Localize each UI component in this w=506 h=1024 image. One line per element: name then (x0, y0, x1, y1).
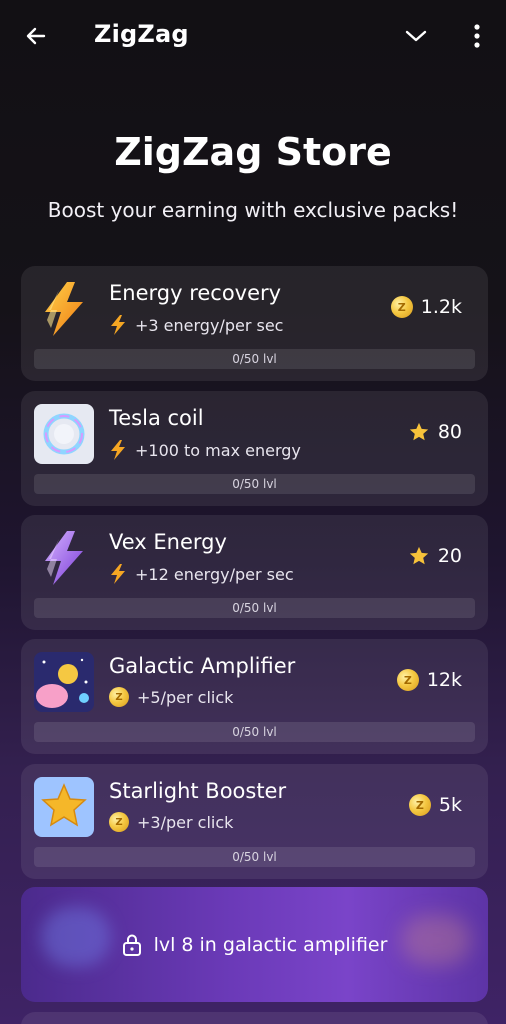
item-bonus-text: +3 energy/per sec (135, 315, 284, 335)
tesla-coil-icon (33, 403, 95, 465)
item-price[interactable]: Z 12k (396, 669, 462, 691)
item-bonus: +3 energy/per sec (109, 314, 283, 336)
lightning-icon (111, 315, 125, 335)
item-name: Energy recovery (109, 281, 282, 305)
top-bar: ZigZag (0, 0, 506, 72)
coin-icon: Z (396, 669, 419, 691)
coin-icon: Z (408, 794, 431, 816)
lightning-bolt-icon (33, 278, 95, 340)
purple-lightning-icon (33, 527, 95, 589)
store-item-tesla-coil[interactable]: Tesla coil +100 to max energy 80 0/50 lv… (21, 391, 488, 506)
item-price-value: 5k (438, 794, 462, 816)
level-progress: 0/50 lvl (34, 722, 475, 742)
lightning-icon (111, 440, 125, 460)
item-price-value: 80 (437, 421, 462, 443)
coin-icon: Z (390, 296, 413, 318)
arrow-left-icon (26, 27, 46, 45)
item-price-value: 20 (437, 545, 462, 567)
locked-store-item[interactable]: lvl 8 in galactic amplifier (21, 887, 488, 1002)
item-bonus: +12 energy/per sec (109, 563, 294, 585)
item-bonus-text: +12 energy/per sec (135, 564, 294, 584)
item-bonus: +100 to max energy (109, 439, 301, 461)
blurred-item-price (401, 915, 471, 965)
next-store-item-peek (21, 1012, 488, 1024)
item-price[interactable]: 80 (408, 421, 462, 443)
level-progress: 0/50 lvl (34, 474, 475, 494)
item-bonus-text: +3/per click (137, 812, 234, 832)
store-item-galactic-amplifier[interactable]: Galactic Amplifier Z +5/per click Z 12k … (21, 639, 488, 754)
item-name: Tesla coil (109, 406, 204, 430)
coin-icon: Z (109, 687, 129, 707)
coin-icon: Z (109, 812, 129, 832)
item-price[interactable]: Z 1.2k (390, 296, 462, 318)
item-name: Starlight Booster (109, 779, 287, 803)
chevron-down-icon (405, 30, 427, 42)
more-options-button[interactable] (466, 22, 488, 50)
dropdown-button[interactable] (402, 24, 430, 48)
item-bonus-text: +100 to max energy (135, 440, 301, 460)
item-price[interactable]: 20 (408, 545, 462, 567)
lightning-icon (111, 564, 125, 584)
item-bonus: Z +5/per click (109, 687, 233, 707)
item-name: Galactic Amplifier (109, 654, 296, 678)
blurred-item-image (41, 907, 111, 967)
level-progress: 0/50 lvl (34, 598, 475, 618)
store-subtitle: Boost your earning with exclusive packs! (47, 198, 459, 222)
store-title: ZigZag Store (114, 130, 392, 174)
store-item-vex-energy[interactable]: Vex Energy +12 energy/per sec 20 0/50 lv… (21, 515, 488, 630)
locked-requirement-text: lvl 8 in galactic amplifier (153, 933, 388, 956)
item-name: Vex Energy (109, 530, 227, 554)
lock-icon (122, 934, 141, 956)
app-title: ZigZag (94, 20, 189, 48)
star-icon (409, 546, 428, 565)
back-button[interactable] (22, 22, 50, 50)
level-progress: 0/50 lvl (34, 847, 475, 867)
store-item-energy-recovery[interactable]: Energy recovery +3 energy/per sec Z 1.2k… (21, 266, 488, 381)
galactic-amplifier-icon (33, 651, 95, 713)
item-bonus: Z +3/per click (109, 812, 233, 832)
star-icon (409, 422, 428, 441)
level-progress: 0/50 lvl (34, 349, 475, 369)
store-item-starlight-booster[interactable]: Starlight Booster Z +3/per click Z 5k 0/… (21, 764, 488, 879)
item-price-value: 1.2k (420, 296, 462, 318)
item-price-value: 12k (426, 669, 462, 691)
item-price[interactable]: Z 5k (408, 794, 462, 816)
item-bonus-text: +5/per click (137, 687, 234, 707)
starlight-booster-icon (33, 776, 95, 838)
more-vertical-icon (474, 24, 480, 48)
